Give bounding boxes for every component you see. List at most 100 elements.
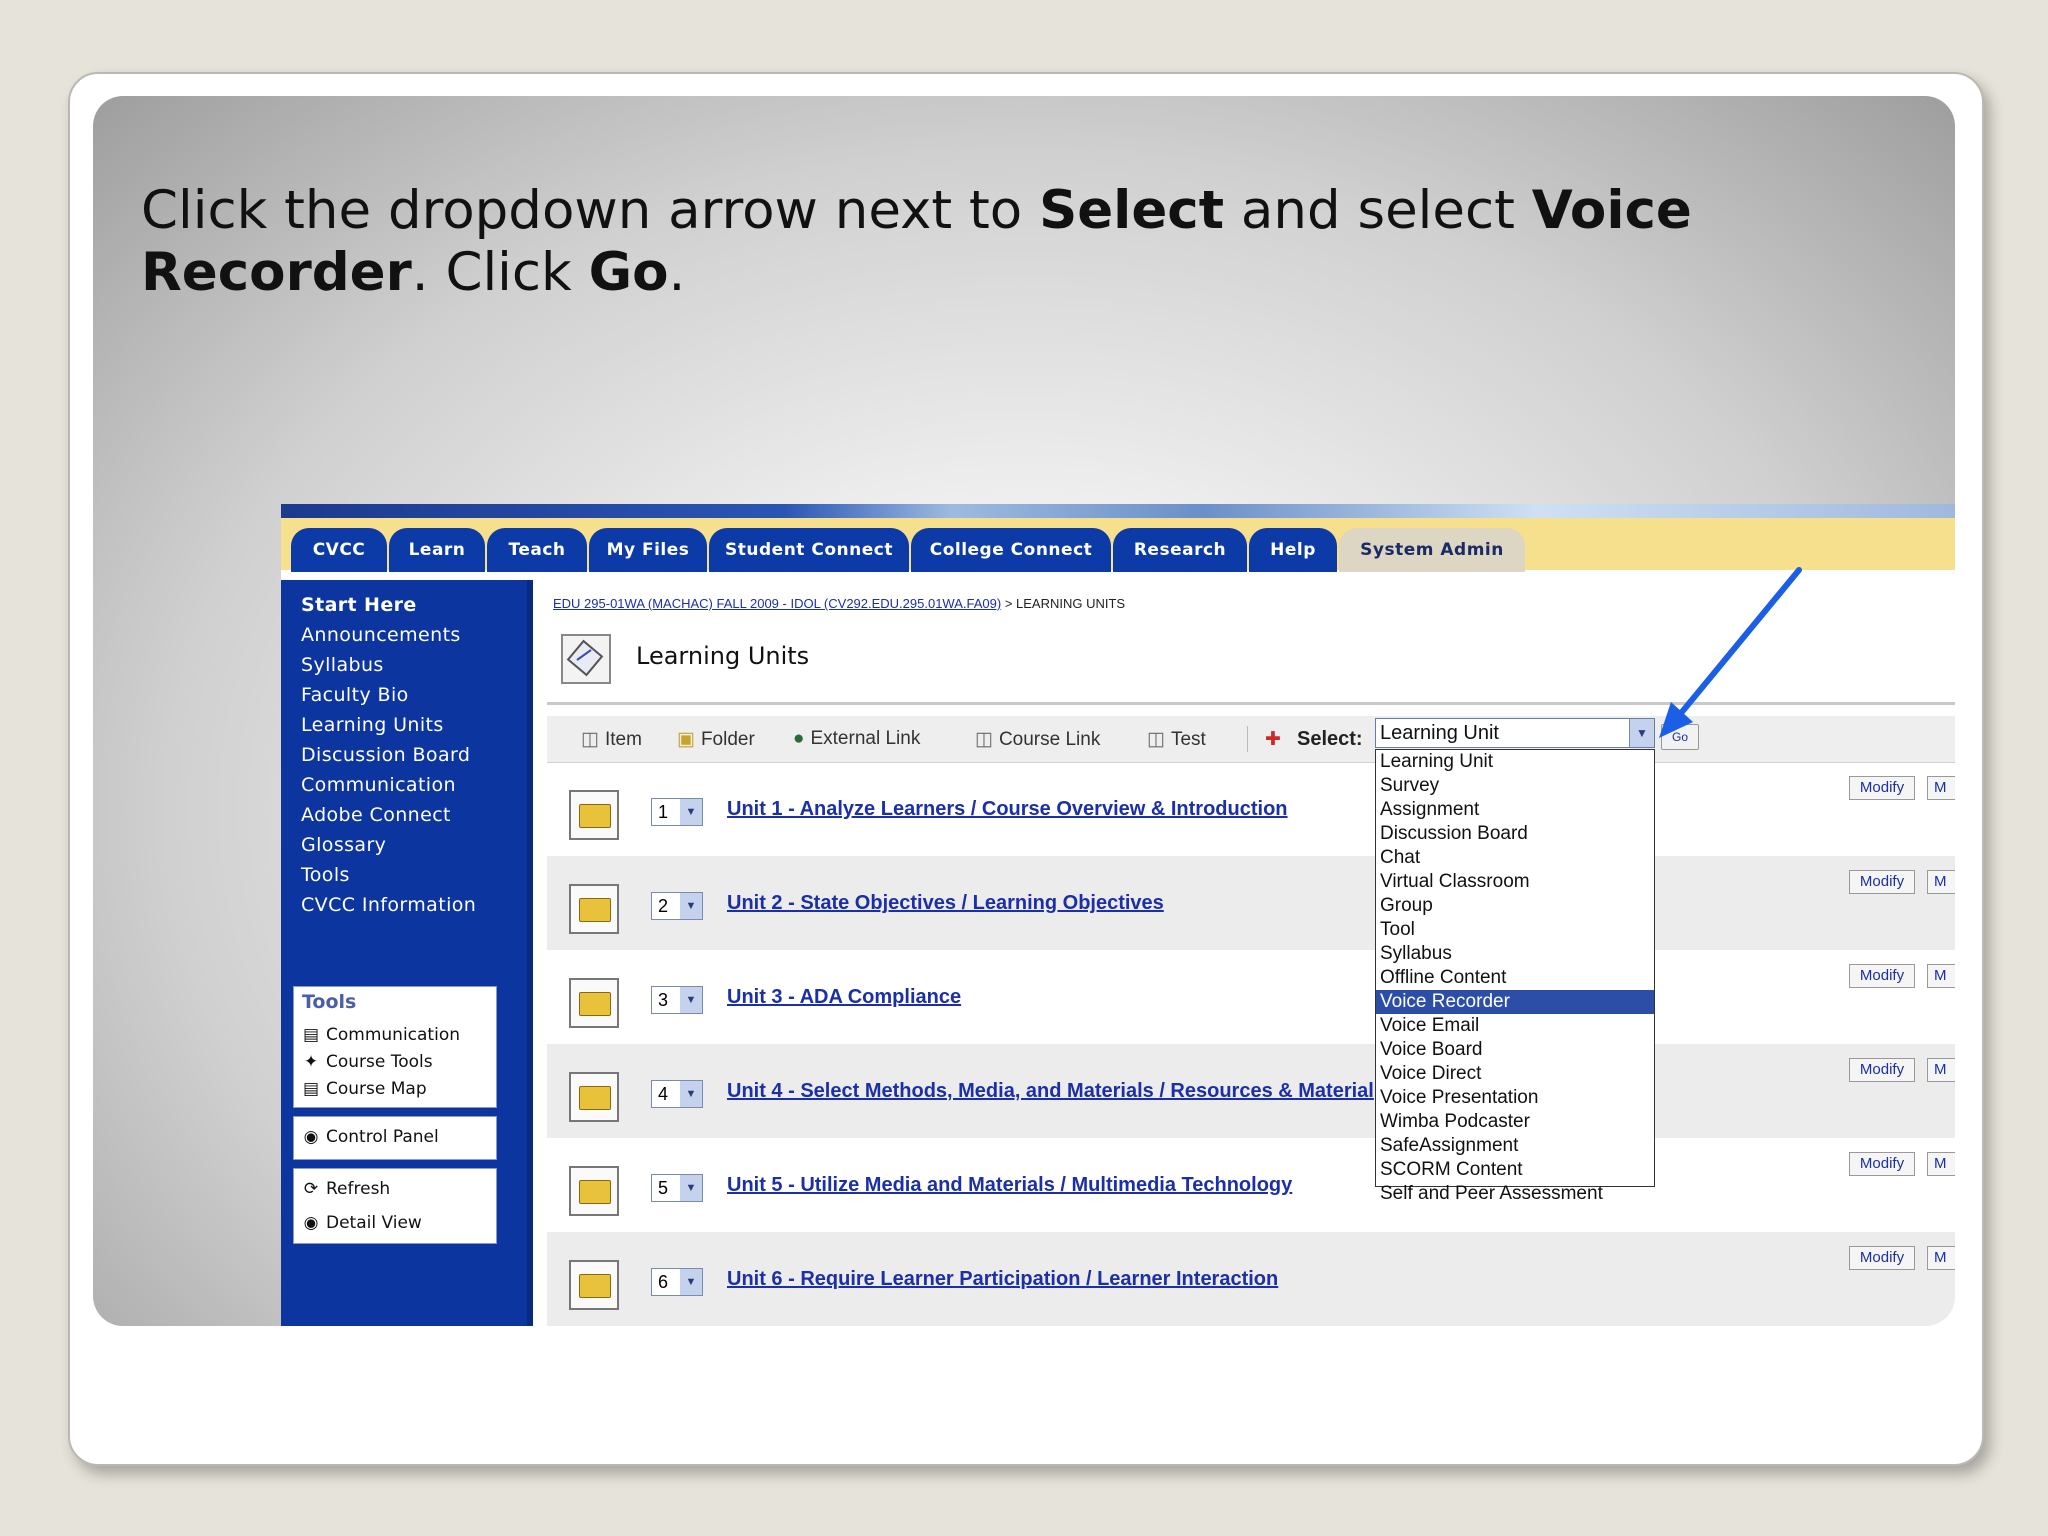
dropdown-option[interactable]: Voice Direct [1376,1062,1654,1086]
chevron-down-icon[interactable]: ▼ [680,1269,702,1295]
dropdown-option[interactable]: Offline Content [1376,966,1654,990]
add-test-button[interactable]: ◫ Test [1147,728,1206,751]
dropdown-option[interactable]: Discussion Board [1376,822,1654,846]
chevron-down-icon[interactable]: ▼ [680,799,702,825]
folder-icon [569,884,619,934]
sidebar-item-learning-units[interactable]: Learning Units [301,714,444,736]
dropdown-option[interactable]: Chat [1376,846,1654,870]
folder-icon [569,1072,619,1122]
modify-button[interactable]: Modify [1849,870,1915,894]
sidebar-item-announcements[interactable]: Announcements [301,624,461,646]
dropdown-option[interactable]: Self and Peer Assessment [1376,1182,1654,1204]
modify-button[interactable]: Modify [1849,1152,1915,1176]
tab-research[interactable]: Research [1113,528,1247,572]
folder-icon [569,1166,619,1216]
dropdown-option[interactable]: Survey [1376,774,1654,798]
tab-my-files[interactable]: My Files [589,528,707,572]
dropdown-option-selected[interactable]: Voice Recorder [1376,990,1654,1014]
manage-button[interactable]: M [1927,1246,1955,1270]
chevron-down-icon[interactable]: ▼ [680,1175,702,1201]
dropdown-option[interactable]: Virtual Classroom [1376,870,1654,894]
modify-button[interactable]: Modify [1849,1246,1915,1270]
manage-button[interactable]: M [1927,1152,1955,1176]
sidebar-item-tools[interactable]: Tools [301,864,350,886]
dropdown-option[interactable]: SafeAssignment [1376,1134,1654,1158]
tools-icon: ✦ [303,1052,319,1072]
dropdown-option[interactable]: Group [1376,894,1654,918]
chevron-down-icon[interactable]: ▼ [680,987,702,1013]
tools-course-map[interactable]: ▤ Course Map [302,1079,427,1099]
add-item-button[interactable]: ◫ Item [581,728,642,751]
manage-button[interactable]: M [1927,776,1955,800]
tab-cvcc[interactable]: CVCC [291,528,387,572]
unit-link[interactable]: Unit 1 - Analyze Learners / Course Overv… [727,798,1288,821]
tools-course-tools[interactable]: ✦ Course Tools [302,1052,433,1072]
detail-view-icon: ◉ [303,1213,319,1233]
chevron-down-icon[interactable]: ▼ [680,1081,702,1107]
modify-button[interactable]: Modify [1849,1058,1915,1082]
dropdown-option[interactable]: Voice Board [1376,1038,1654,1062]
dropdown-option[interactable]: Syllabus [1376,942,1654,966]
learning-units-icon [561,634,611,684]
sidebar-item-syllabus[interactable]: Syllabus [301,654,384,676]
dropdown-option[interactable]: SCORM Content [1376,1158,1654,1182]
unit-link[interactable]: Unit 4 - Select Methods, Media, and Mate… [727,1080,1374,1103]
tab-student-connect[interactable]: Student Connect [709,528,909,572]
map-icon: ▤ [302,1079,320,1099]
order-select[interactable]: 3 ▼ [651,986,703,1014]
add-item-icon: ◫ [581,729,599,750]
dropdown-option[interactable]: Learning Unit [1376,750,1654,774]
breadcrumb-current: LEARNING UNITS [1016,596,1126,611]
order-select[interactable]: 5 ▼ [651,1174,703,1202]
view-box: ⟳ Refresh ◉ Detail View [293,1168,497,1244]
modify-button[interactable]: Modify [1849,964,1915,988]
chevron-down-icon[interactable]: ▼ [1629,719,1654,747]
unit-link[interactable]: Unit 2 - State Objectives / Learning Obj… [727,892,1164,915]
sidebar-item-faculty-bio[interactable]: Faculty Bio [301,684,409,706]
tools-box-title: Tools [302,991,357,1013]
sidebar-item-communication[interactable]: Communication [301,774,456,796]
chevron-down-icon[interactable]: ▼ [680,893,702,919]
add-course-link-button[interactable]: ◫ Course Link [975,728,1100,751]
dropdown-option[interactable]: Voice Presentation [1376,1086,1654,1110]
refresh-link[interactable]: ⟳ Refresh [302,1179,390,1199]
breadcrumb-course-link[interactable]: EDU 295-01WA (MACHAC) FALL 2009 - IDOL (… [553,596,1001,611]
dropdown-option[interactable]: Tool [1376,918,1654,942]
manage-button[interactable]: M [1927,870,1955,894]
tab-college-connect[interactable]: College Connect [911,528,1111,572]
tab-teach[interactable]: Teach [487,528,587,572]
table-row: 2 ▼ Unit 2 - State Objectives / Learning … [547,856,1955,950]
tools-communication[interactable]: ▤ Communication [302,1025,460,1045]
order-select[interactable]: 2 ▼ [651,892,703,920]
order-select[interactable]: 6 ▼ [651,1268,703,1296]
unit-link[interactable]: Unit 5 - Utilize Media and Materials / M… [727,1174,1292,1197]
communication-icon: ▤ [302,1025,320,1045]
dropdown-option[interactable]: Voice Email [1376,1014,1654,1038]
manage-button[interactable]: M [1927,964,1955,988]
content-type-select[interactable]: Learning Unit ▼ [1375,718,1655,748]
sidebar-item-cvcc-information[interactable]: CVCC Information [301,894,476,916]
order-select[interactable]: 1 ▼ [651,798,703,826]
add-content-icon: ✚ [1265,729,1281,750]
add-external-link-button[interactable]: ● External Link [793,728,920,750]
modify-button[interactable]: Modify [1849,776,1915,800]
sidebar-item-glossary[interactable]: Glossary [301,834,386,856]
unit-link[interactable]: Unit 3 - ADA Compliance [727,986,961,1009]
sidebar-item-discussion-board[interactable]: Discussion Board [301,744,470,766]
breadcrumb-separator: > [1001,596,1017,611]
tab-learn[interactable]: Learn [389,528,485,572]
control-panel-link[interactable]: ◉ Control Panel [302,1127,439,1147]
detail-view-link[interactable]: ◉ Detail View [302,1213,422,1233]
sidebar-item-start-here[interactable]: Start Here [301,594,417,616]
tab-help[interactable]: Help [1249,528,1337,572]
add-folder-button[interactable]: ▣ Folder [677,728,755,751]
manage-button[interactable]: M [1927,1058,1955,1082]
tab-system-admin[interactable]: System Admin [1339,528,1525,572]
dropdown-option[interactable]: Wimba Podcaster [1376,1110,1654,1134]
unit-link[interactable]: Unit 6 - Require Learner Participation /… [727,1268,1278,1291]
content-type-dropdown[interactable]: Learning Unit Survey Assignment Discussi… [1375,749,1655,1204]
sidebar-item-adobe-connect[interactable]: Adobe Connect [301,804,451,826]
table-row: 3 ▼ Unit 3 - ADA Compliance Modify M [547,950,1955,1044]
dropdown-option[interactable]: Assignment [1376,798,1654,822]
order-select[interactable]: 4 ▼ [651,1080,703,1108]
